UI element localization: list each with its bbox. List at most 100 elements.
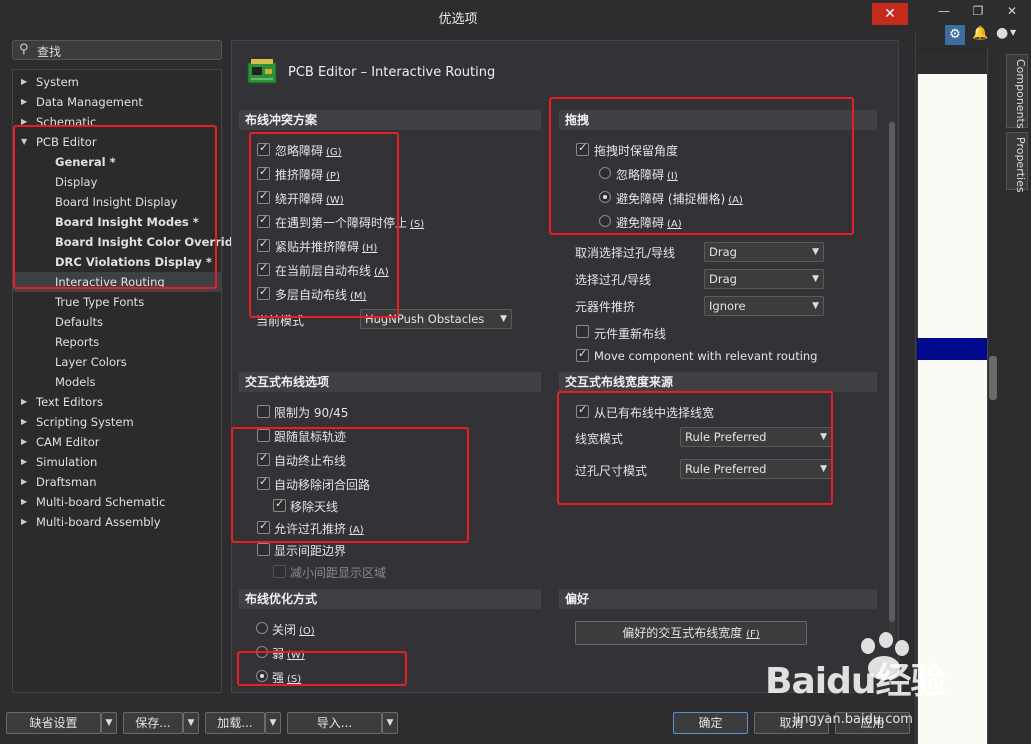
conflict-option-checkbox[interactable] [257,141,270,156]
tree-item[interactable]: General * [13,152,221,172]
side-scrollbar[interactable] [989,356,997,400]
tree-item[interactable]: ▶ Data Management [13,92,221,112]
tree-item[interactable]: Defaults [13,312,221,332]
tree-item[interactable]: Display [13,172,221,192]
tree-item[interactable]: ▶ Multi-board Assembly [13,512,221,532]
import-button[interactable]: 导入... [287,712,382,734]
drag-radio[interactable] [599,191,611,203]
tree-item[interactable]: Board Insight Display [13,192,221,212]
tree-item[interactable]: ▶ Draftsman [13,472,221,492]
reroute-checkbox[interactable] [576,325,589,338]
tree-item[interactable]: ▶ Simulation [13,452,221,472]
tree-item[interactable]: Models [13,372,221,392]
tree-item[interactable]: True Type Fonts [13,292,221,312]
tree-item[interactable]: Layer Colors [13,352,221,372]
tree-item[interactable]: Interactive Routing [13,272,221,292]
via-mode-dropdown[interactable]: Rule Preferred ▼ [680,459,832,479]
watermark-url: jingyan.baidu.com [793,712,913,727]
search-placeholder: 查找 [37,45,62,59]
optimize-radio[interactable] [256,646,268,658]
interactive-option-checkbox[interactable] [257,519,270,534]
bell-icon[interactable]: 🔔 [972,26,988,41]
tree-item[interactable]: ▶ Text Editors [13,392,221,412]
interactive-option-label: 允许过孔推挤 (A) [274,520,364,537]
conflict-option-checkbox[interactable] [257,165,270,180]
defaults-chevron-down-icon[interactable]: ▼ [101,712,117,734]
favorite-widths-button[interactable]: 偏好的交互式布线宽度 (F) [575,621,807,645]
conflict-option-checkbox[interactable] [257,213,270,228]
tree-item-label: CAM Editor [36,435,100,449]
restore-icon[interactable]: ❐ [967,2,989,20]
tree-item[interactable]: ▶ Multi-board Schematic [13,492,221,512]
import-chevron-down-icon[interactable]: ▼ [382,712,398,734]
expand-arrow-icon[interactable]: ▶ [21,512,27,532]
tree-item[interactable]: ▶ CAM Editor [13,432,221,452]
load-chevron-down-icon[interactable]: ▼ [265,712,281,734]
current-mode-dropdown[interactable]: HugNPush Obstacles ▼ [360,309,512,329]
gear-icon[interactable]: ⚙ [945,25,965,45]
interactive-option-checkbox[interactable] [257,475,270,490]
tree-item[interactable]: Board Insight Modes * [13,212,221,232]
tree-item[interactable]: ▶ Schematic [13,112,221,132]
expand-arrow-icon[interactable]: ▶ [21,492,27,512]
ok-button[interactable]: 确定 [673,712,748,734]
panel-scrollbar-thumb[interactable] [889,122,895,622]
conflict-option-checkbox[interactable] [257,285,270,300]
save-chevron-down-icon[interactable]: ▼ [183,712,199,734]
expand-arrow-icon[interactable]: ▶ [21,112,27,132]
conflict-option-label: 多层自动布线 (M) [275,286,366,303]
expand-arrow-icon[interactable]: ▶ [21,72,27,92]
keep-angle-checkbox[interactable] [576,141,589,156]
interactive-option-checkbox[interactable] [257,429,270,442]
conflict-option-checkbox[interactable] [257,237,270,252]
conflict-option-label: 绕开障碍 (W) [275,190,344,207]
drag-row-dropdown[interactable]: Drag ▼ [704,242,824,262]
page-title: PCB Editor – Interactive Routing [288,65,496,80]
close-icon[interactable]: ✕ [872,3,908,25]
conflict-option-checkbox[interactable] [257,189,270,204]
tree-item[interactable]: DRC Violations Display * [13,252,221,272]
expand-arrow-icon[interactable]: ▶ [21,412,27,432]
tree-item[interactable]: ▼ PCB Editor [13,132,221,152]
width-mode-dropdown[interactable]: Rule Preferred ▼ [680,427,832,447]
keep-angle-label: 拖拽时保留角度 [594,144,679,158]
search-input[interactable]: ⚲ 查找 [12,40,222,60]
minimize-icon[interactable]: — [933,2,955,20]
drag-radio[interactable] [599,167,611,179]
tree-item[interactable]: Board Insight Color Overrides * [13,232,258,252]
tree-item[interactable]: ▶ System [13,72,221,92]
tree-item[interactable]: ▶ Scripting System [13,412,221,432]
interactive-option-checkbox[interactable] [273,497,286,512]
expand-arrow-icon[interactable]: ▶ [21,392,27,412]
user-icon[interactable]: ● [996,25,1008,41]
interactive-option-checkbox[interactable] [257,451,270,466]
tree-item[interactable]: Reports [13,332,221,352]
expand-arrow-icon[interactable]: ▼ [21,132,27,152]
move-component-checkbox[interactable] [576,347,589,362]
interactive-option-checkbox[interactable] [257,405,270,418]
defaults-button[interactable]: 缺省设置 [6,712,101,734]
current-mode-label: 当前模式 [256,314,305,328]
expand-arrow-icon[interactable]: ▶ [21,432,27,452]
window-close-icon[interactable]: ✕ [1001,2,1023,20]
load-button[interactable]: 加载... [205,712,265,734]
dialog-titlebar[interactable]: 优选项 [0,0,916,32]
drag-row-dropdown[interactable]: Ignore ▼ [704,296,824,316]
expand-arrow-icon[interactable]: ▶ [21,472,27,492]
conflict-option-checkbox[interactable] [257,261,270,276]
drag-row-dropdown[interactable]: Drag ▼ [704,269,824,289]
save-button[interactable]: 保存... [123,712,183,734]
section-optimize-header: 布线优化方式 [239,589,541,609]
tab-components[interactable]: Components [1006,54,1028,129]
expand-arrow-icon[interactable]: ▶ [21,452,27,472]
drag-radio[interactable] [599,215,611,227]
interactive-option-checkbox[interactable] [257,543,270,556]
expand-arrow-icon[interactable]: ▶ [21,92,27,112]
user-menu-chevron-down-icon[interactable]: ▼ [1010,28,1016,37]
document-blue-bar [917,338,987,360]
optimize-radio[interactable] [256,670,268,682]
drag-radio-label: 忽略障碍 (I) [616,166,678,183]
optimize-radio[interactable] [256,622,268,634]
tab-properties[interactable]: Properties [1006,132,1028,193]
pick-existing-width-checkbox[interactable] [576,403,589,418]
